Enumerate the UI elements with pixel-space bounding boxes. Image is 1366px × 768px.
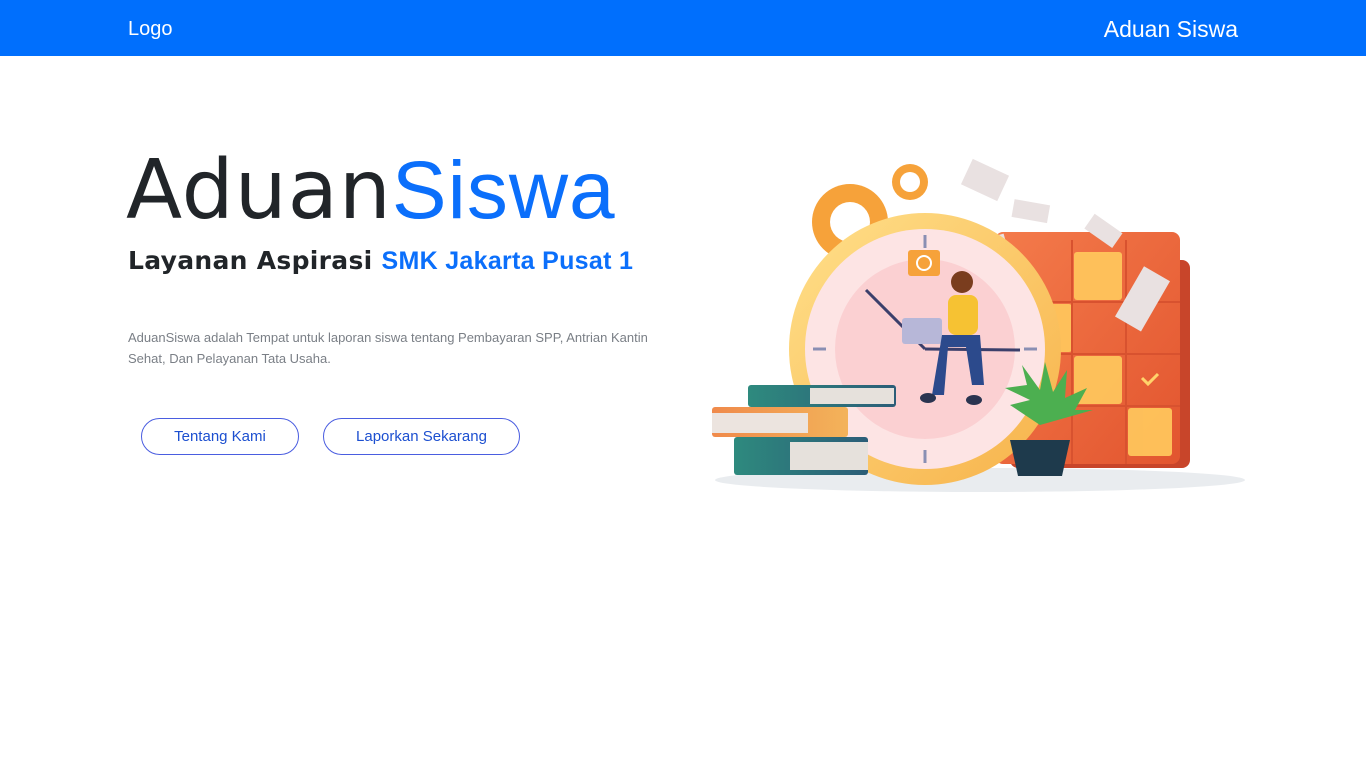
hero-subtitle-school: SMK Jakarta Pusat 1 — [381, 247, 634, 275]
hero-title-part1: Aduan — [126, 143, 392, 238]
hero-description: AduanSiswa adalah Tempat untuk laporan s… — [128, 330, 648, 366]
hero-title-part2: Siswa — [391, 145, 616, 236]
report-now-button[interactable]: Laporkan Sekarang — [323, 418, 520, 455]
about-us-button[interactable]: Tentang Kami — [141, 418, 299, 455]
brand-logo-link[interactable]: Logo — [128, 17, 173, 41]
person-with-laptop-on-clock-illustration — [712, 158, 1245, 492]
navbar: Logo Aduan Siswa — [0, 0, 1366, 56]
notification-icon — [908, 250, 940, 276]
nav-title-link[interactable]: Aduan Siswa — [1104, 16, 1238, 42]
hero-subtitle: Layanan Aspirasi SMK Jakarta Pusat 1 — [128, 245, 633, 277]
hero-title: AduanSiswa — [126, 146, 616, 236]
hero-subtitle-part1: Layanan Aspirasi — [128, 246, 382, 275]
